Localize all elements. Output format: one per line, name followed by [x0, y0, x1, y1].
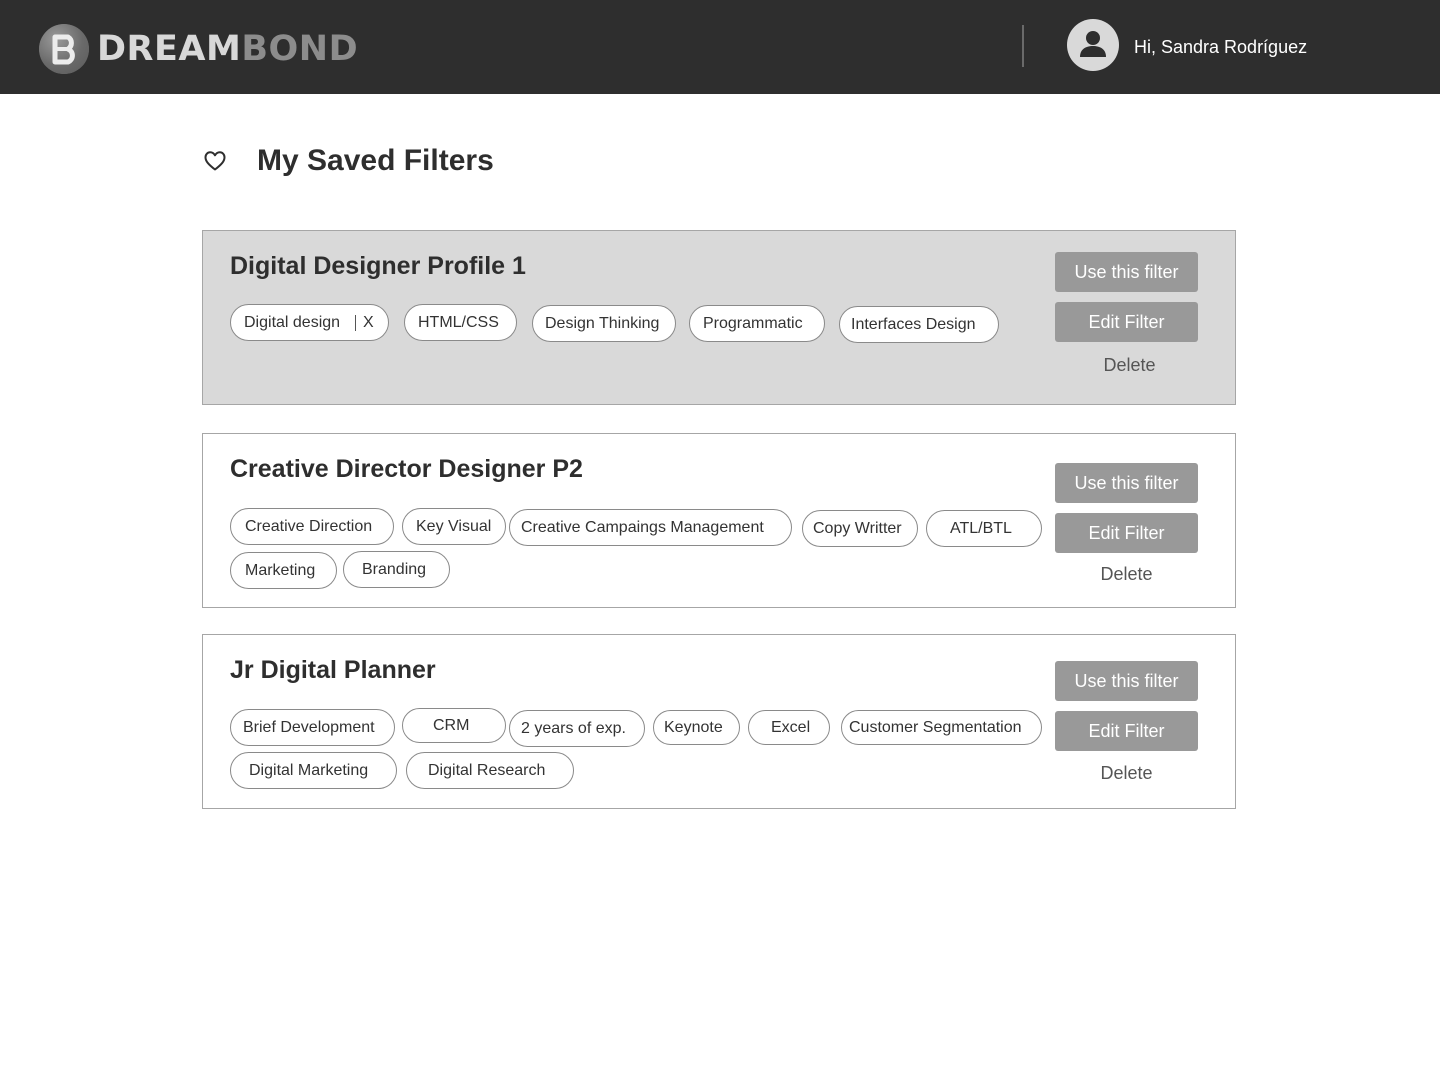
- page-title: My Saved Filters: [257, 144, 494, 177]
- tag-label: Creative Direction: [245, 518, 373, 535]
- logo-mark-icon: [39, 24, 89, 74]
- tag-label: Digital Marketing: [249, 762, 369, 779]
- tag-separator: [355, 315, 356, 331]
- filter-tag[interactable]: ATL/BTL: [926, 510, 1042, 547]
- tag-label: 2 years of exp.: [521, 720, 626, 737]
- filter-tag[interactable]: Creative Campaings Management: [509, 509, 792, 546]
- tag-label: Design Thinking: [545, 315, 660, 332]
- filter-tag[interactable]: CRM: [402, 708, 506, 743]
- filter-tag[interactable]: Digital design X: [230, 304, 389, 341]
- filter-tag[interactable]: Excel: [748, 710, 830, 745]
- tag-label: Digital Research: [428, 762, 546, 779]
- saved-filter-card[interactable]: Creative Director Designer P2 Creative D…: [202, 433, 1236, 608]
- filter-tag[interactable]: Brief Development: [230, 709, 395, 746]
- tag-label: Interfaces Design: [851, 316, 976, 333]
- tag-label: Programmatic: [703, 315, 803, 332]
- tag-label: Customer Segmentation: [849, 719, 1022, 736]
- user-avatar[interactable]: [1067, 19, 1119, 71]
- filter-title: Jr Digital Planner: [230, 656, 436, 684]
- filter-tag[interactable]: Marketing: [230, 552, 337, 589]
- saved-filter-card[interactable]: Digital Designer Profile 1 Digital desig…: [202, 230, 1236, 405]
- filter-tag[interactable]: HTML/CSS: [404, 304, 517, 341]
- filter-tag[interactable]: Customer Segmentation: [841, 710, 1042, 745]
- tag-label: Excel: [771, 719, 811, 736]
- remove-tag-button[interactable]: X: [363, 305, 374, 340]
- filter-tag[interactable]: Branding: [343, 551, 450, 588]
- edit-filter-button[interactable]: Edit Filter: [1055, 513, 1198, 553]
- filter-tag[interactable]: Creative Direction: [230, 508, 394, 545]
- heart-icon: [204, 151, 226, 171]
- filter-tag[interactable]: Programmatic: [689, 305, 825, 342]
- filter-tag[interactable]: Keynote: [653, 710, 740, 745]
- filter-tag[interactable]: 2 years of exp.: [509, 710, 645, 747]
- filter-tag[interactable]: Digital Marketing: [230, 752, 397, 789]
- header-divider: [1022, 25, 1024, 67]
- edit-filter-button[interactable]: Edit Filter: [1055, 302, 1198, 342]
- user-icon: [1080, 31, 1106, 57]
- filter-title: Digital Designer Profile 1: [230, 252, 526, 280]
- top-bar: DREAMBOND Hi, Sandra Rodríguez: [0, 0, 1440, 94]
- tag-label: Keynote: [664, 719, 723, 736]
- saved-filter-card[interactable]: Jr Digital Planner Brief Development CRM…: [202, 634, 1236, 809]
- tag-label: Brief Development: [243, 719, 375, 736]
- dreambond-logo[interactable]: DREAMBOND: [39, 24, 358, 74]
- filter-tag[interactable]: Copy Writter: [802, 510, 918, 547]
- filter-tag[interactable]: Digital Research: [406, 752, 574, 789]
- tag-label: Branding: [362, 561, 427, 578]
- tag-label: Digital design: [244, 314, 341, 331]
- use-filter-button[interactable]: Use this filter: [1055, 661, 1198, 701]
- filter-tag[interactable]: Design Thinking: [532, 305, 676, 342]
- filter-tag[interactable]: Interfaces Design: [839, 306, 999, 343]
- delete-filter-button[interactable]: Delete: [1055, 762, 1198, 784]
- delete-filter-button[interactable]: Delete: [1055, 563, 1198, 585]
- tag-label: CRM: [433, 717, 470, 734]
- logo-word-dream: DREAM: [97, 29, 242, 69]
- tag-label: Key Visual: [416, 518, 492, 535]
- tag-label: Copy Writter: [813, 520, 902, 537]
- tag-label: Marketing: [245, 562, 316, 579]
- use-filter-button[interactable]: Use this filter: [1055, 252, 1198, 292]
- user-greeting[interactable]: Hi, Sandra Rodríguez: [1134, 36, 1307, 58]
- tag-label: HTML/CSS: [418, 314, 499, 331]
- tag-label: ATL/BTL: [950, 520, 1012, 537]
- logo-wordmark: DREAMBOND: [97, 24, 358, 74]
- delete-filter-button[interactable]: Delete: [1058, 354, 1201, 376]
- edit-filter-button[interactable]: Edit Filter: [1055, 711, 1198, 751]
- tag-label: Creative Campaings Management: [521, 519, 764, 536]
- filter-tag[interactable]: Key Visual: [402, 508, 506, 545]
- use-filter-button[interactable]: Use this filter: [1055, 463, 1198, 503]
- filter-title: Creative Director Designer P2: [230, 455, 583, 483]
- logo-word-bond: BOND: [241, 29, 359, 69]
